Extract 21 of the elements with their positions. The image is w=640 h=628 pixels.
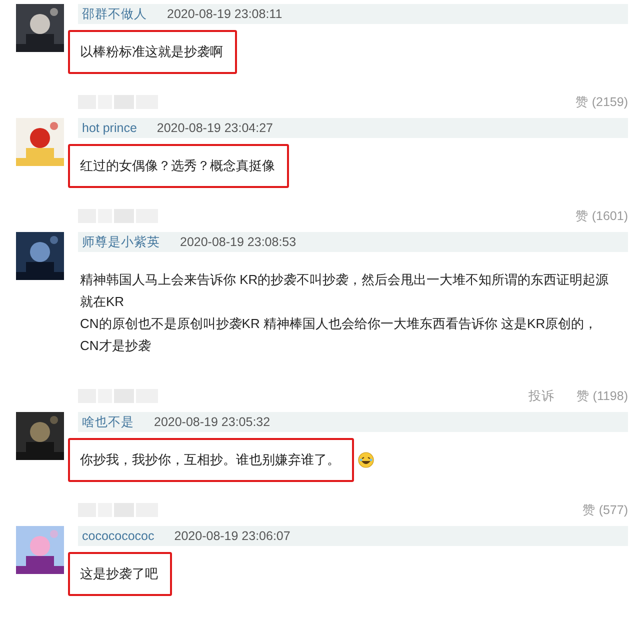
- highlighted-comment-text: 这是抄袭了吧: [68, 552, 172, 596]
- highlighted-comment-text: 红过的女偶像？选秀？概念真挺像: [68, 144, 289, 188]
- laughing-face-icon: [358, 452, 374, 468]
- highlighted-comment-text: 以棒粉标准这就是抄袭啊: [68, 30, 237, 74]
- comment-time: 2020-08-19 23:04:27: [156, 121, 273, 135]
- username-link[interactable]: 邵群不做人: [82, 6, 147, 22]
- like-link[interactable]: 赞 (1601): [575, 208, 628, 224]
- comment-time: 2020-08-19 23:05:32: [154, 415, 270, 429]
- username-link[interactable]: 师尊是小紫英: [82, 234, 160, 250]
- like-link[interactable]: 赞 (2159): [575, 94, 628, 110]
- comment-text: 精神韩国人马上会来告诉你 KR的抄袭不叫抄袭，然后会甩出一大堆不知所谓的东西证明起源就在KR CN的原创也不是原创叫抄袭KR 精神棒国人也会给你一大堆东西看告诉你 这是KR原创的，CN才是抄袭: [79, 271, 610, 355]
- comment-time: 2020-08-19 23:08:53: [180, 235, 296, 249]
- username-link[interactable]: 啥也不是: [82, 414, 134, 430]
- like-link[interactable]: 赞 (1198): [576, 388, 628, 404]
- username-link[interactable]: hot prince: [82, 121, 137, 135]
- like-link[interactable]: 赞 (577): [582, 502, 628, 518]
- comment-time: 2020-08-19 23:08:11: [167, 7, 282, 21]
- highlighted-comment-text: 你抄我，我抄你，互相抄。谁也别嫌弃谁了。: [68, 438, 354, 482]
- report-link[interactable]: 投诉: [528, 388, 554, 404]
- comment-time: 2020-08-19 23:06:07: [174, 529, 290, 543]
- username-link[interactable]: cocococococ: [82, 529, 154, 543]
